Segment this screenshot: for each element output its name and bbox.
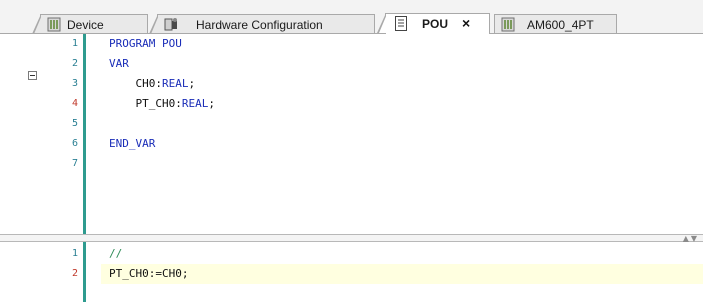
code-line[interactable]: 4 PT_CH0:REAL;: [0, 94, 703, 114]
type-token: REAL: [181, 97, 209, 110]
code-line[interactable]: 2 VAR: [0, 54, 703, 74]
code-line[interactable]: 1 PROGRAM POU: [0, 34, 703, 54]
code-text[interactable]: CH0:REAL;: [109, 74, 195, 94]
pane-splitter[interactable]: ▲▼: [0, 234, 703, 243]
line-number: 3: [71, 78, 78, 89]
line-number: 2: [71, 58, 78, 69]
tab-label: AM600_4PT: [527, 18, 594, 32]
code-text[interactable]: END_VAR: [109, 134, 155, 154]
line-number: 1: [71, 38, 78, 49]
line-number: 1: [71, 248, 78, 259]
hardware-config-icon: [164, 18, 177, 31]
code-text[interactable]: PROGRAM POU: [109, 34, 182, 54]
keyword-token: VAR: [109, 57, 129, 70]
keyword-token: END_VAR: [109, 137, 156, 150]
code-line[interactable]: 1 //: [0, 244, 703, 264]
declaration-editor[interactable]: 1 PROGRAM POU 2 VAR 3 CH0:REAL; 4 PT_CH0:REAL…: [0, 34, 703, 234]
tab-label: POU: [422, 17, 449, 31]
tab-pou[interactable]: POU ×: [377, 13, 490, 34]
code-token: ;: [208, 97, 215, 110]
device-icon: [501, 17, 515, 32]
tab-label: Device: [67, 18, 104, 32]
tab-device[interactable]: Device: [32, 14, 148, 34]
pou-document-icon: [395, 16, 407, 31]
code-line[interactable]: 7: [0, 154, 703, 174]
code-token: PT_CH0:: [109, 97, 182, 110]
device-icon: [47, 17, 61, 32]
code-line[interactable]: 3 CH0:REAL;: [0, 74, 703, 94]
line-number: 7: [71, 158, 78, 169]
code-token: CH0:: [109, 77, 162, 90]
tab-label: Hardware Configuration: [196, 18, 323, 32]
line-number: 6: [71, 138, 78, 149]
keyword-token: PROGRAM POU: [109, 37, 182, 50]
implementation-editor[interactable]: 1 // 2 PT_CH0:=CH0;: [0, 242, 703, 302]
tab-am600-4pt[interactable]: AM600_4PT: [494, 14, 617, 34]
code-text[interactable]: //: [109, 244, 122, 264]
code-text[interactable]: PT_CH0:REAL;: [109, 94, 215, 114]
close-icon[interactable]: ×: [462, 14, 470, 32]
code-token: ;: [188, 77, 196, 90]
tab-hardware-configuration[interactable]: Hardware Configuration: [149, 14, 375, 34]
line-number: 4: [71, 98, 78, 109]
code-text[interactable]: VAR: [109, 54, 129, 74]
type-token: REAL: [161, 77, 189, 90]
code-line[interactable]: 6 END_VAR: [0, 134, 703, 154]
code-text[interactable]: PT_CH0:=CH0;: [109, 264, 188, 284]
editor-tab-bar: Device Hardware Configuration POU × AM60…: [0, 0, 703, 34]
line-number: 5: [71, 118, 78, 129]
comment-token: //: [109, 247, 123, 260]
line-number: 2: [71, 268, 78, 279]
code-line[interactable]: 2 PT_CH0:=CH0;: [0, 264, 703, 284]
code-token: PT_CH0:=CH0;: [109, 267, 189, 280]
code-line[interactable]: 5: [0, 114, 703, 134]
